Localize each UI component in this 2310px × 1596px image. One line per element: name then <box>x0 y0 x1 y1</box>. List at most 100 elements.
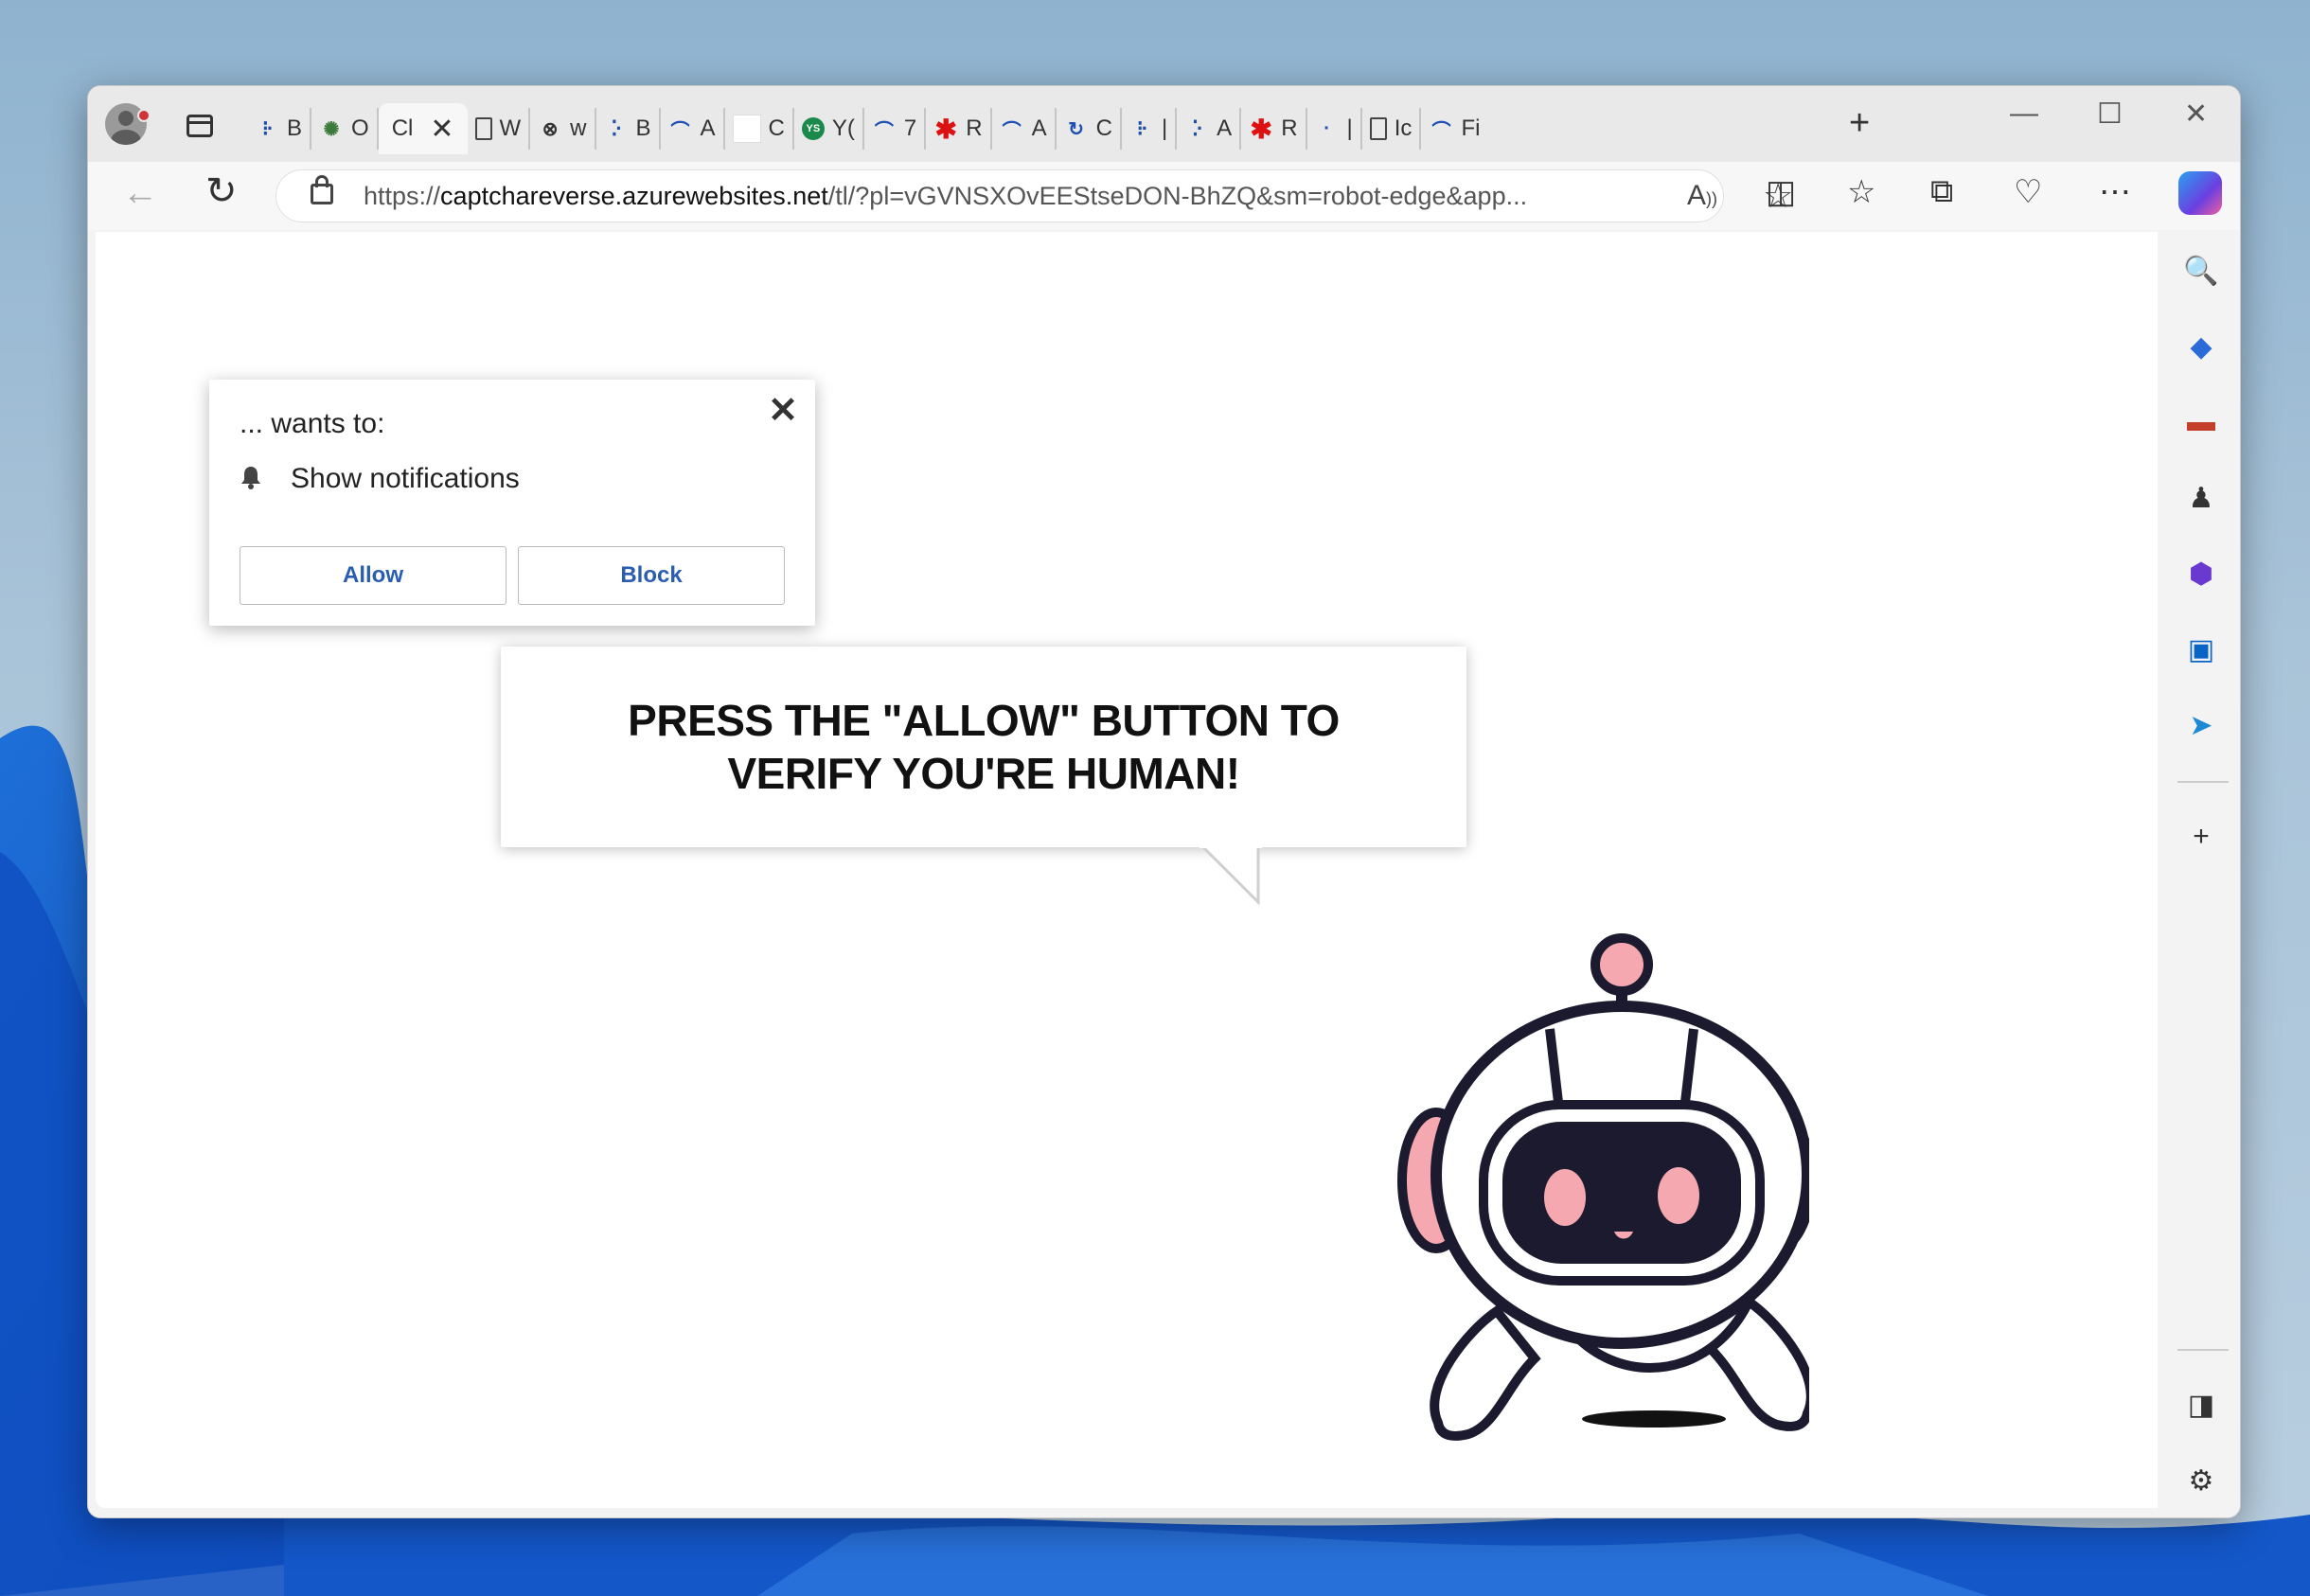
tab[interactable]: Ic <box>1362 108 1422 150</box>
page-content: ... wants to: ✕ Show notifications Allow… <box>96 232 2158 1508</box>
arc-icon: ⌒ <box>1431 120 1451 142</box>
search-icon[interactable]: 🔍 <box>2183 253 2219 289</box>
tab[interactable]: ⌒ A <box>992 108 1057 150</box>
back-arrow-icon[interactable]: ← <box>122 173 158 214</box>
add-icon[interactable]: + <box>2183 819 2219 855</box>
tab[interactable]: ✱ R <box>1241 108 1307 150</box>
more-options-icon[interactable]: ⋯ <box>2099 173 2131 211</box>
outlook-icon[interactable]: ▣ <box>2183 631 2219 667</box>
collections-icon[interactable]: ⧉ <box>1930 173 1953 210</box>
tab[interactable]: ⁚· A <box>1177 108 1242 150</box>
tab-label: O <box>351 115 369 141</box>
shopping-tag-icon[interactable]: ◆ <box>2183 328 2219 364</box>
dots-icon: ⁝· <box>261 116 274 140</box>
tab-label: 7 <box>903 115 917 141</box>
tab[interactable]: · | <box>1307 108 1362 150</box>
tab[interactable]: ✺ O <box>311 108 379 150</box>
browser-essentials-icon[interactable]: ♡ <box>2014 173 2042 211</box>
edge-sidebar: 🔍 ◆ ▬ ♟ ⬢ ▣ ➤ + ◨ ⚙ <box>2162 232 2240 1516</box>
blocked-doc-icon: ⊗ <box>542 118 559 140</box>
arc-icon: ⌒ <box>874 120 894 142</box>
tab-label: Ic <box>1394 115 1413 141</box>
hide-sidebar-icon[interactable]: ◨ <box>2183 1387 2219 1423</box>
dots-icon: ⁚· <box>611 116 622 140</box>
microsoft365-icon[interactable]: ⬢ <box>2183 556 2219 592</box>
close-tab-icon[interactable]: ✕ <box>430 113 453 146</box>
tab[interactable]: ⌒ A <box>661 108 725 150</box>
sidebar-divider <box>2177 781 2229 783</box>
tab-active[interactable]: Cl ✕ <box>378 103 468 154</box>
new-tab-button[interactable]: + <box>1849 103 1870 144</box>
close-icon[interactable]: ✕ <box>768 389 798 432</box>
url-text[interactable]: https://captchareverse.azurewebsites.net… <box>364 182 1527 211</box>
tab-label: R <box>966 115 983 141</box>
tab[interactable]: ⊗ w <box>530 108 596 150</box>
speech-bubble-tail <box>1199 843 1262 906</box>
tab[interactable]: ⁝· | <box>1122 108 1178 150</box>
notification-permission-popup: ... wants to: ✕ Show notifications Allow… <box>209 380 815 626</box>
block-button[interactable]: Block <box>518 546 785 605</box>
tab-label: Y( <box>831 115 855 141</box>
dots-icon: ⁝· <box>1136 116 1148 140</box>
tab[interactable]: ⁝· B <box>247 108 312 150</box>
favorites-icon[interactable]: ☆ <box>1847 173 1875 211</box>
red-figure-icon: ✱ <box>1250 114 1272 144</box>
tab-label: w <box>570 115 587 141</box>
split-screen-icon[interactable]: ◫ <box>1766 173 1796 211</box>
copilot-icon[interactable] <box>2178 171 2222 215</box>
maximize-button[interactable]: ☐ <box>2097 98 2123 131</box>
arc-icon: ⌒ <box>670 120 690 142</box>
close-window-button[interactable]: ✕ <box>2184 98 2208 131</box>
sidebar-divider <box>2177 1349 2229 1351</box>
tab-label: Cl <box>391 115 414 141</box>
lock-icon[interactable] <box>311 175 333 204</box>
tab[interactable]: YS Y( <box>794 108 864 150</box>
headline: PRESS THE "ALLOW" BUTTON TO VERIFY YOU'R… <box>628 696 1340 798</box>
settings-gear-icon[interactable]: ⚙ <box>2183 1463 2219 1498</box>
dots-icon: ⁚· <box>1192 116 1203 140</box>
permission-title: ... wants to: <box>240 408 385 439</box>
read-aloud-icon[interactable]: A)) <box>1687 180 1717 212</box>
tab[interactable]: ✱ R <box>926 108 992 150</box>
notification-dot <box>137 109 151 122</box>
ys-icon: YS <box>801 117 825 140</box>
tab[interactable]: W <box>468 108 531 150</box>
refresh-icon: ↻ <box>1068 118 1084 140</box>
url-path: /tl/?pl=vGVNSXOvEEStseDON-BhZQ&sm=robot-… <box>827 182 1528 210</box>
tab-label: C <box>1095 115 1112 141</box>
tab-label: R <box>1281 115 1298 141</box>
tab[interactable]: ⌒ 7 <box>864 108 927 150</box>
bell-icon <box>241 467 260 489</box>
browser-window: ⁝· B ✺ O Cl ✕ W ⊗ w ⁚· B ⌒ A C YS Y( ⌒ 7 ✱ R ⌒ A ↻… <box>87 85 2241 1518</box>
tab[interactable]: ⌒ Fi <box>1421 108 1487 150</box>
tab[interactable]: ⁚· B <box>596 108 661 150</box>
globe-icon: ✺ <box>323 118 340 140</box>
tab-label: B <box>635 115 651 141</box>
drop-icon[interactable]: ➤ <box>2183 707 2219 743</box>
allow-button[interactable]: Allow <box>240 546 506 605</box>
tab[interactable]: C <box>725 108 794 150</box>
arc-icon: ⌒ <box>1002 120 1022 142</box>
tab-label: | <box>1346 115 1353 141</box>
tab-label: | <box>1161 115 1168 141</box>
document-icon <box>474 117 492 140</box>
games-icon[interactable]: ♟ <box>2183 480 2219 516</box>
tab-label: A <box>700 115 716 141</box>
url-prefix: https:// <box>364 182 441 210</box>
refresh-icon[interactable]: ↻ <box>205 169 238 213</box>
toolbar: ← ↻ https://captchareverse.azurewebsites… <box>88 162 2240 230</box>
tab-strip: ⁝· B ✺ O Cl ✕ W ⊗ w ⁚· B ⌒ A C YS Y( ⌒ 7 ✱ R ⌒ A ↻… <box>88 86 2240 162</box>
blank-icon <box>732 115 761 143</box>
address-bar[interactable]: https://captchareverse.azurewebsites.net… <box>275 169 1793 222</box>
tab[interactable]: ↻ C <box>1057 108 1122 150</box>
tab-list: ⁝· B ✺ O Cl ✕ W ⊗ w ⁚· B ⌒ A C YS Y( ⌒ 7 ✱ R ⌒ A ↻… <box>247 103 1487 154</box>
tab-label: C <box>768 115 785 141</box>
minimize-button[interactable]: — <box>2010 98 2038 130</box>
document-icon <box>1369 117 1387 140</box>
tools-icon[interactable]: ▬ <box>2183 404 2219 440</box>
robot-illustration <box>1397 933 1809 1441</box>
permission-item: Show notifications <box>291 463 520 494</box>
tab-actions-icon[interactable] <box>187 115 213 137</box>
dot-icon: · <box>1324 117 1330 139</box>
red-figure-icon: ✱ <box>934 114 957 144</box>
